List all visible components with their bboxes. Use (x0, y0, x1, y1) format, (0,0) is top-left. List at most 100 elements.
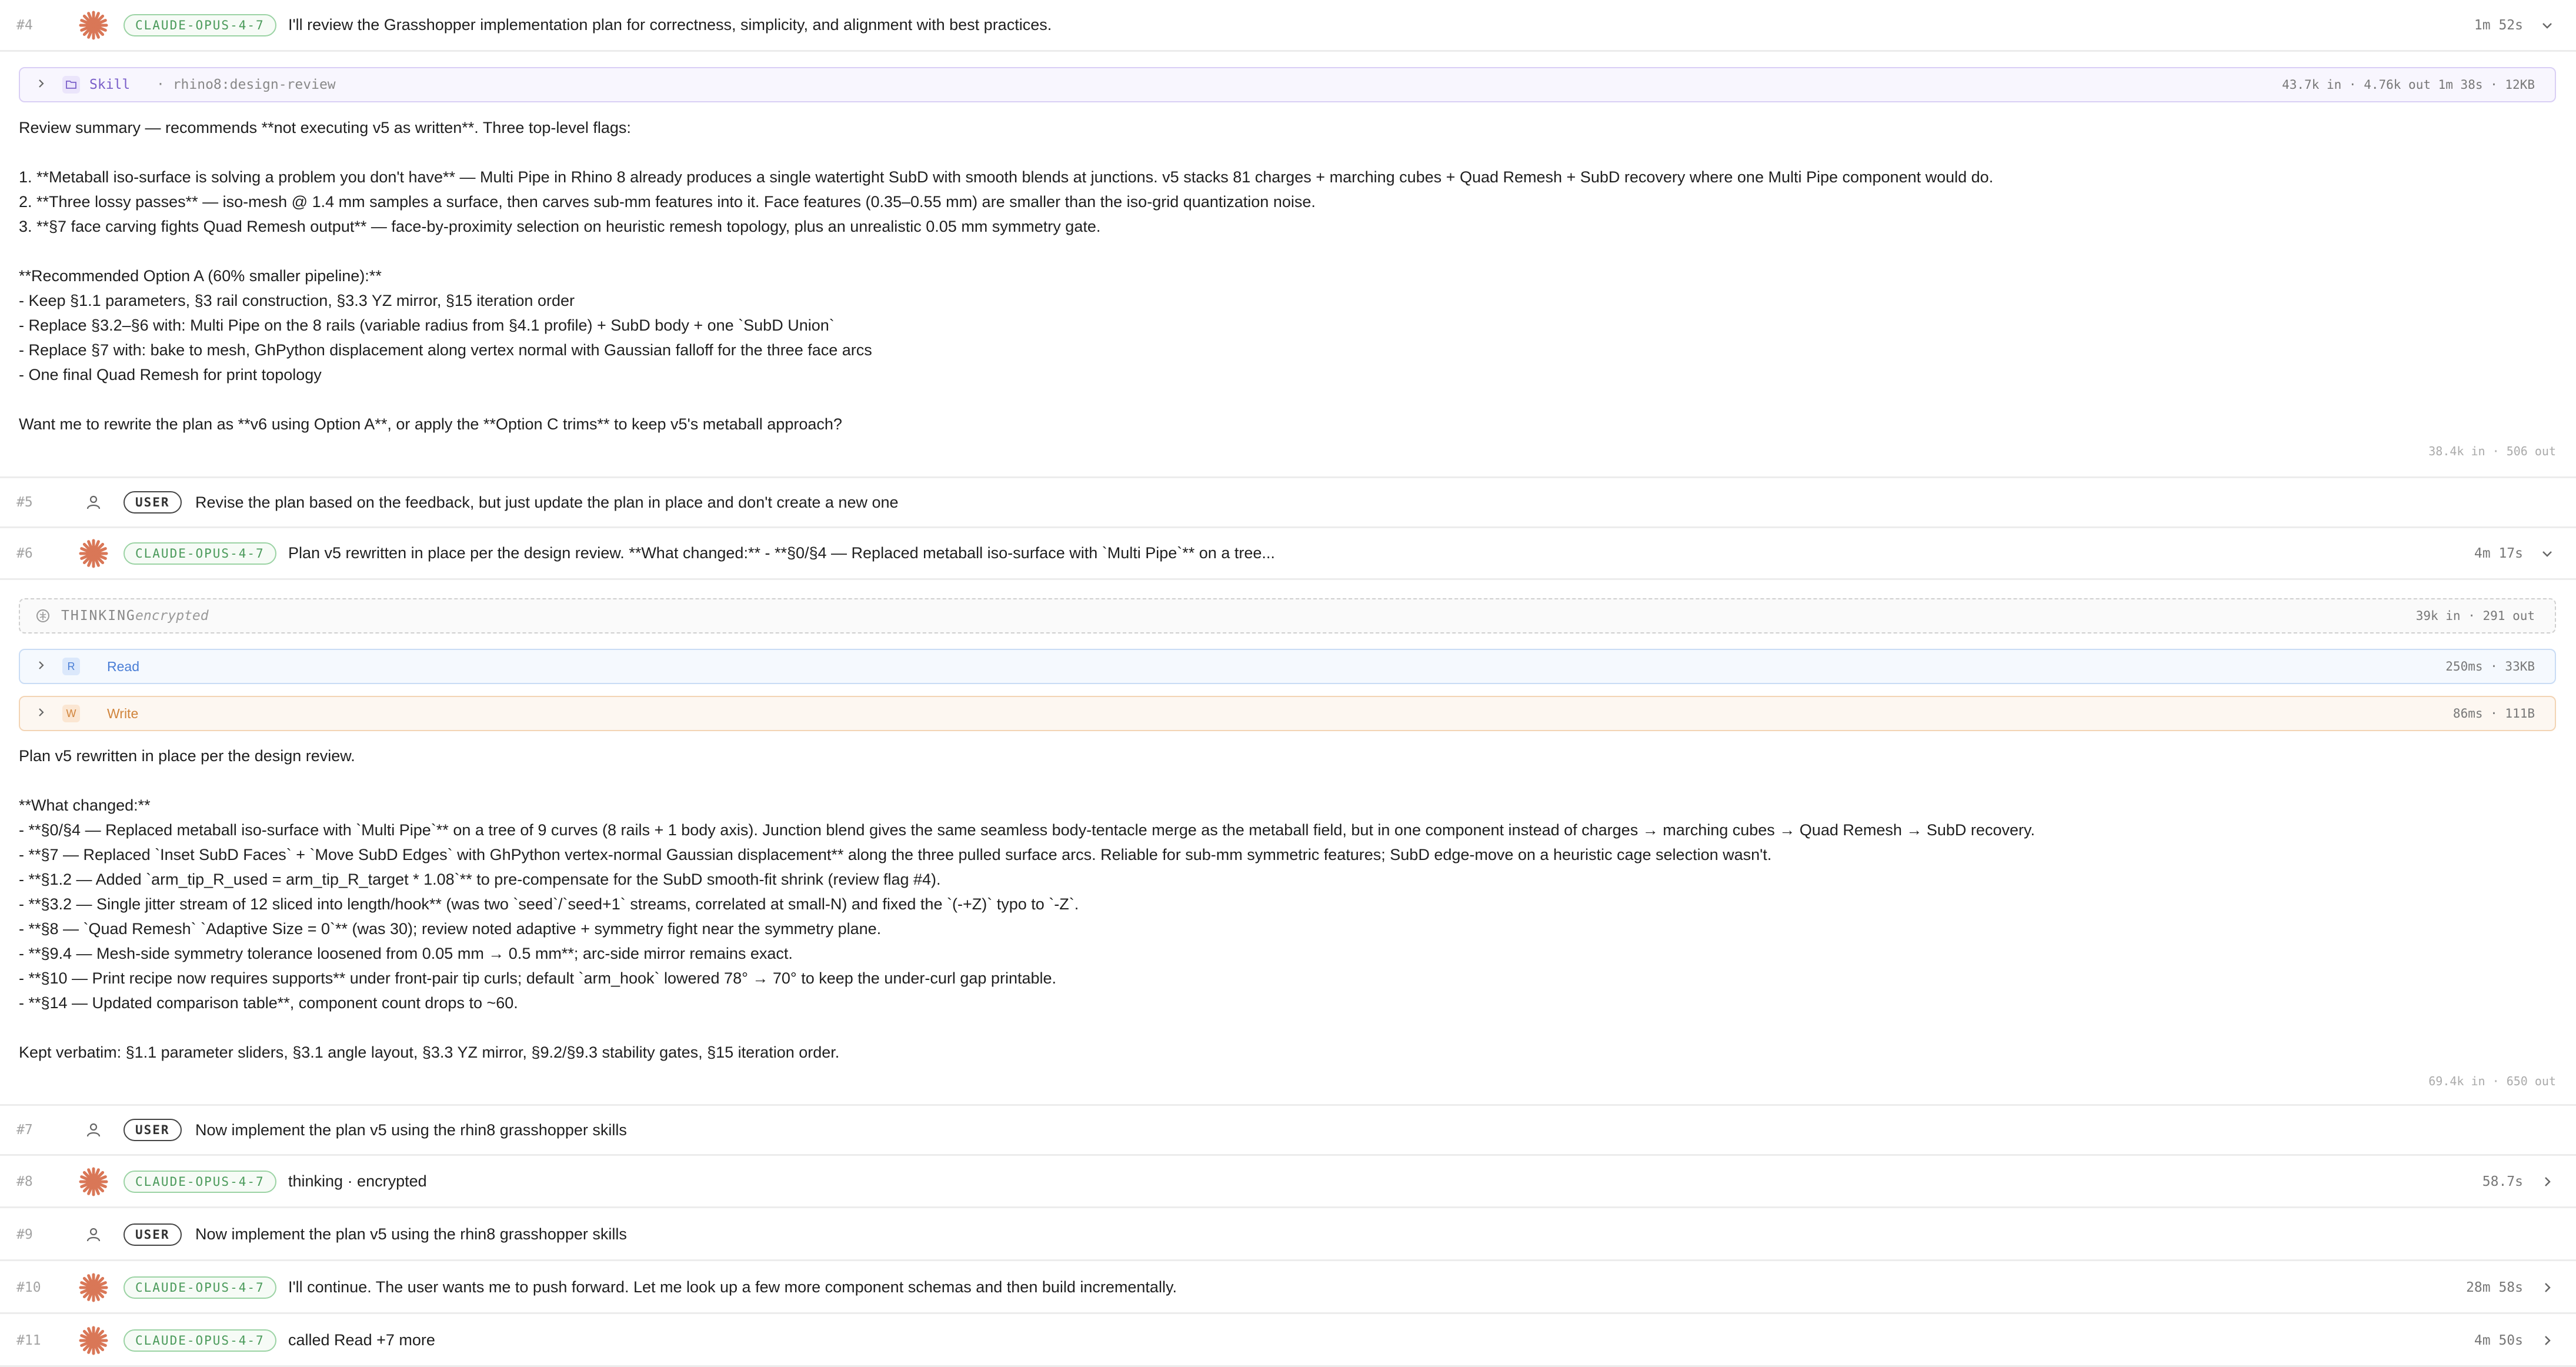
message-row-11[interactable]: #11 CLAUDE-OPUS-4-7 called Read +7 more … (0, 1315, 2576, 1367)
review-text: Review summary — recommends **not execut… (19, 115, 2548, 436)
thinking-meta: 39k in · 291 out (2415, 609, 2535, 623)
text-line: Kept verbatim: §1.1 parameter sliders, §… (19, 1043, 840, 1061)
claude-star-icon (79, 11, 108, 40)
message-row-7[interactable]: #7 USER Now implement the plan v5 using … (0, 1104, 2576, 1156)
message-preview: Now implement the plan v5 using the rhin… (195, 1121, 627, 1139)
message-row-8[interactable]: #8 CLAUDE-OPUS-4-7 thinking · encrypted … (0, 1156, 2576, 1208)
text-line: - Replace §3.2–§6 with: Multi Pipe on th… (19, 316, 835, 334)
role-badge: CLAUDE-OPUS-4-7 (124, 1276, 276, 1299)
chevron-right-icon[interactable] (35, 78, 47, 92)
skill-name: · rhino8:design-review (156, 77, 336, 92)
folder-icon (62, 76, 80, 94)
message-preview: I'll review the Grasshopper implementati… (288, 16, 1052, 34)
text-line: - **§0/§4 — Replaced metaball iso-surfac… (19, 821, 2035, 839)
thinking-card[interactable]: THINKING encrypted 39k in · 291 out (19, 598, 2556, 634)
message-preview: Plan v5 rewritten in place per the desig… (288, 544, 1275, 562)
user-icon (79, 1115, 108, 1145)
message-preview: Revise the plan based on the feedback, b… (195, 493, 899, 511)
skill-card[interactable]: Skill · rhino8:design-review 43.7k in · … (19, 67, 2556, 102)
thinking-label: THINKING (61, 608, 136, 624)
text-line: - Keep §1.1 parameters, §3 rail construc… (19, 292, 575, 309)
message-number: #7 (16, 1122, 33, 1138)
token-count: 38.4k in · 506 out (2428, 444, 2556, 458)
brain-icon (34, 607, 52, 625)
message-row-6[interactable]: #6 CLAUDE-OPUS-4-7 Plan v5 rewritten in … (0, 528, 2576, 580)
role-badge: USER (124, 1223, 182, 1246)
message-preview: called Read +7 more (288, 1331, 435, 1349)
message-row-9[interactable]: #9 USER Now implement the plan v5 using … (0, 1209, 2576, 1261)
chevron-down-icon[interactable] (2538, 545, 2556, 562)
read-label: Read (107, 658, 139, 674)
chevron-down-icon[interactable] (2538, 16, 2556, 34)
token-count: 69.4k in · 650 out (2428, 1074, 2556, 1088)
role-badge: CLAUDE-OPUS-4-7 (124, 1170, 276, 1193)
chevron-right-icon[interactable] (35, 706, 47, 721)
chevron-right-icon[interactable] (35, 659, 47, 674)
role-badge: CLAUDE-OPUS-4-7 (124, 14, 276, 36)
text-line: - **§1.2 — Added `arm_tip_R_used = arm_t… (19, 871, 941, 888)
text-line: **What changed:** (19, 796, 151, 814)
claude-star-icon (79, 1167, 108, 1196)
text-line: - **§8 — `Quad Remesh` `Adaptive Size = … (19, 920, 882, 938)
chevron-right-icon[interactable] (2538, 1279, 2556, 1296)
read-tool-card[interactable]: R Read 250ms · 33KB (19, 649, 2556, 684)
text-line: Want me to rewrite the plan as **v6 usin… (19, 415, 842, 433)
text-line (19, 239, 2548, 264)
duration: 58.7s (2482, 1173, 2523, 1189)
user-icon (79, 488, 108, 517)
read-meta: 250ms · 33KB (2445, 659, 2535, 674)
text-line: - Replace §7 with: bake to mesh, GhPytho… (19, 341, 872, 359)
text-line: 3. **§7 face carving fights Quad Remesh … (19, 218, 1101, 235)
message-number: #11 (16, 1332, 41, 1348)
message-number: #6 (16, 545, 33, 561)
user-icon (79, 1220, 108, 1249)
text-line: - **§14 — Updated comparison table**, co… (19, 994, 518, 1012)
message-preview: I'll continue. The user wants me to push… (288, 1278, 1177, 1296)
text-line (19, 140, 2548, 165)
text-line (19, 768, 2548, 793)
text-line: - **§10 — Print recipe now requires supp… (19, 969, 1057, 987)
text-line: 2. **Three lossy passes** — iso-mesh @ 1… (19, 193, 1316, 211)
text-line: Review summary — recommends **not execut… (19, 119, 631, 136)
text-line (19, 1015, 2548, 1040)
write-meta: 86ms · 111B (2452, 706, 2535, 721)
text-line: **Recommended Option A (60% smaller pipe… (19, 267, 382, 285)
message-number: #9 (16, 1226, 33, 1242)
duration: 28m 58s (2466, 1279, 2523, 1295)
claude-star-icon (79, 1273, 108, 1302)
text-line: - One final Quad Remesh for print topolo… (19, 366, 322, 384)
duration: 4m 17s (2474, 545, 2523, 561)
read-icon: R (62, 658, 80, 675)
claude-star-icon (79, 1326, 108, 1355)
write-icon: W (62, 705, 80, 722)
role-badge: CLAUDE-OPUS-4-7 (124, 542, 276, 565)
message-preview: thinking · encrypted (288, 1172, 427, 1190)
text-line: - **§9.4 — Mesh-side symmetry tolerance … (19, 945, 793, 962)
chevron-right-icon[interactable] (2538, 1332, 2556, 1349)
thinking-status: encrypted (135, 608, 209, 624)
message-number: #5 (16, 495, 33, 510)
text-line: 1. **Metaball iso-surface is solving a p… (19, 168, 1994, 186)
skill-meta: 43.7k in · 4.76k out 1m 38s · 12KB (2282, 78, 2535, 92)
duration: 1m 52s (2474, 17, 2523, 33)
duration: 4m 50s (2474, 1332, 2523, 1348)
text-line: - **§7 — Replaced `Inset SubD Faces` + `… (19, 846, 1772, 863)
message-number: #10 (16, 1279, 41, 1295)
role-badge: USER (124, 1119, 182, 1141)
text-line (19, 387, 2548, 412)
write-label: Write (107, 705, 139, 721)
message-number: #8 (16, 1173, 33, 1189)
message-row-4[interactable]: #4 CLAUDE-OPUS-4-7 I'll review the Grass… (0, 0, 2576, 52)
message-row-10[interactable]: #10 CLAUDE-OPUS-4-7 I'll continue. The u… (0, 1262, 2576, 1314)
message-preview: Now implement the plan v5 using the rhin… (195, 1225, 627, 1243)
write-tool-card[interactable]: W Write 86ms · 111B (19, 696, 2556, 731)
message-number: #4 (16, 17, 33, 33)
role-badge: CLAUDE-OPUS-4-7 (124, 1329, 276, 1352)
text-line: - **§3.2 — Single jitter stream of 12 sl… (19, 895, 1079, 913)
claude-star-icon (79, 539, 108, 568)
changes-text: Plan v5 rewritten in place per the desig… (19, 743, 2548, 1065)
skill-label: Skill (89, 77, 131, 92)
text-line: Plan v5 rewritten in place per the desig… (19, 747, 355, 765)
chevron-right-icon[interactable] (2538, 1173, 2556, 1191)
message-row-5[interactable]: #5 USER Revise the plan based on the fee… (0, 476, 2576, 528)
